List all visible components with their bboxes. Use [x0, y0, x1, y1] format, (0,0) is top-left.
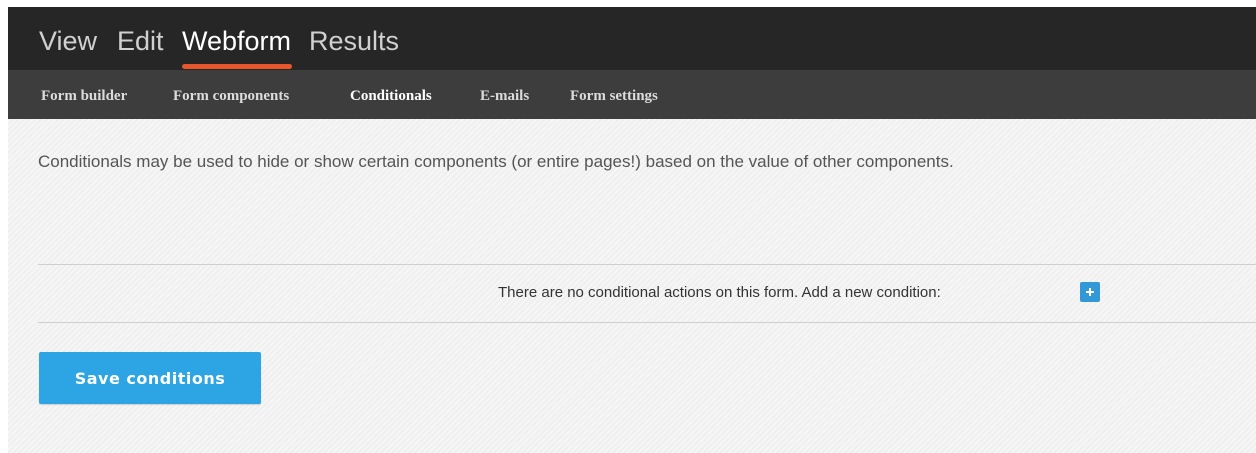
empty-conditions-message: There are no conditional actions on this…: [498, 284, 941, 301]
active-tab-indicator: [182, 64, 292, 69]
tab-edit[interactable]: Edit: [117, 25, 164, 57]
conditionals-description: Conditionals may be used to hide or show…: [38, 152, 954, 171]
tab-view[interactable]: View: [39, 25, 97, 57]
webform-page: View Edit Webform Results Form builder F…: [8, 7, 1256, 453]
subtab-form-components[interactable]: Form components: [173, 87, 289, 105]
subtab-e-mails[interactable]: E-mails: [480, 87, 529, 105]
secondary-tabs: Form builder Form components Conditional…: [8, 70, 1256, 119]
add-condition-button[interactable]: [1080, 282, 1100, 302]
tab-webform[interactable]: Webform: [182, 25, 291, 57]
divider-bottom: [38, 322, 1256, 323]
conditions-table: There are no conditional actions on this…: [38, 265, 1256, 322]
subtab-form-builder[interactable]: Form builder: [41, 87, 127, 105]
tab-results[interactable]: Results: [309, 25, 399, 57]
primary-tabs: View Edit Webform Results: [8, 7, 1256, 70]
subtab-form-settings[interactable]: Form settings: [570, 87, 658, 105]
save-conditions-button[interactable]: Save conditions: [39, 352, 261, 404]
subtab-conditionals[interactable]: Conditionals: [350, 87, 432, 105]
